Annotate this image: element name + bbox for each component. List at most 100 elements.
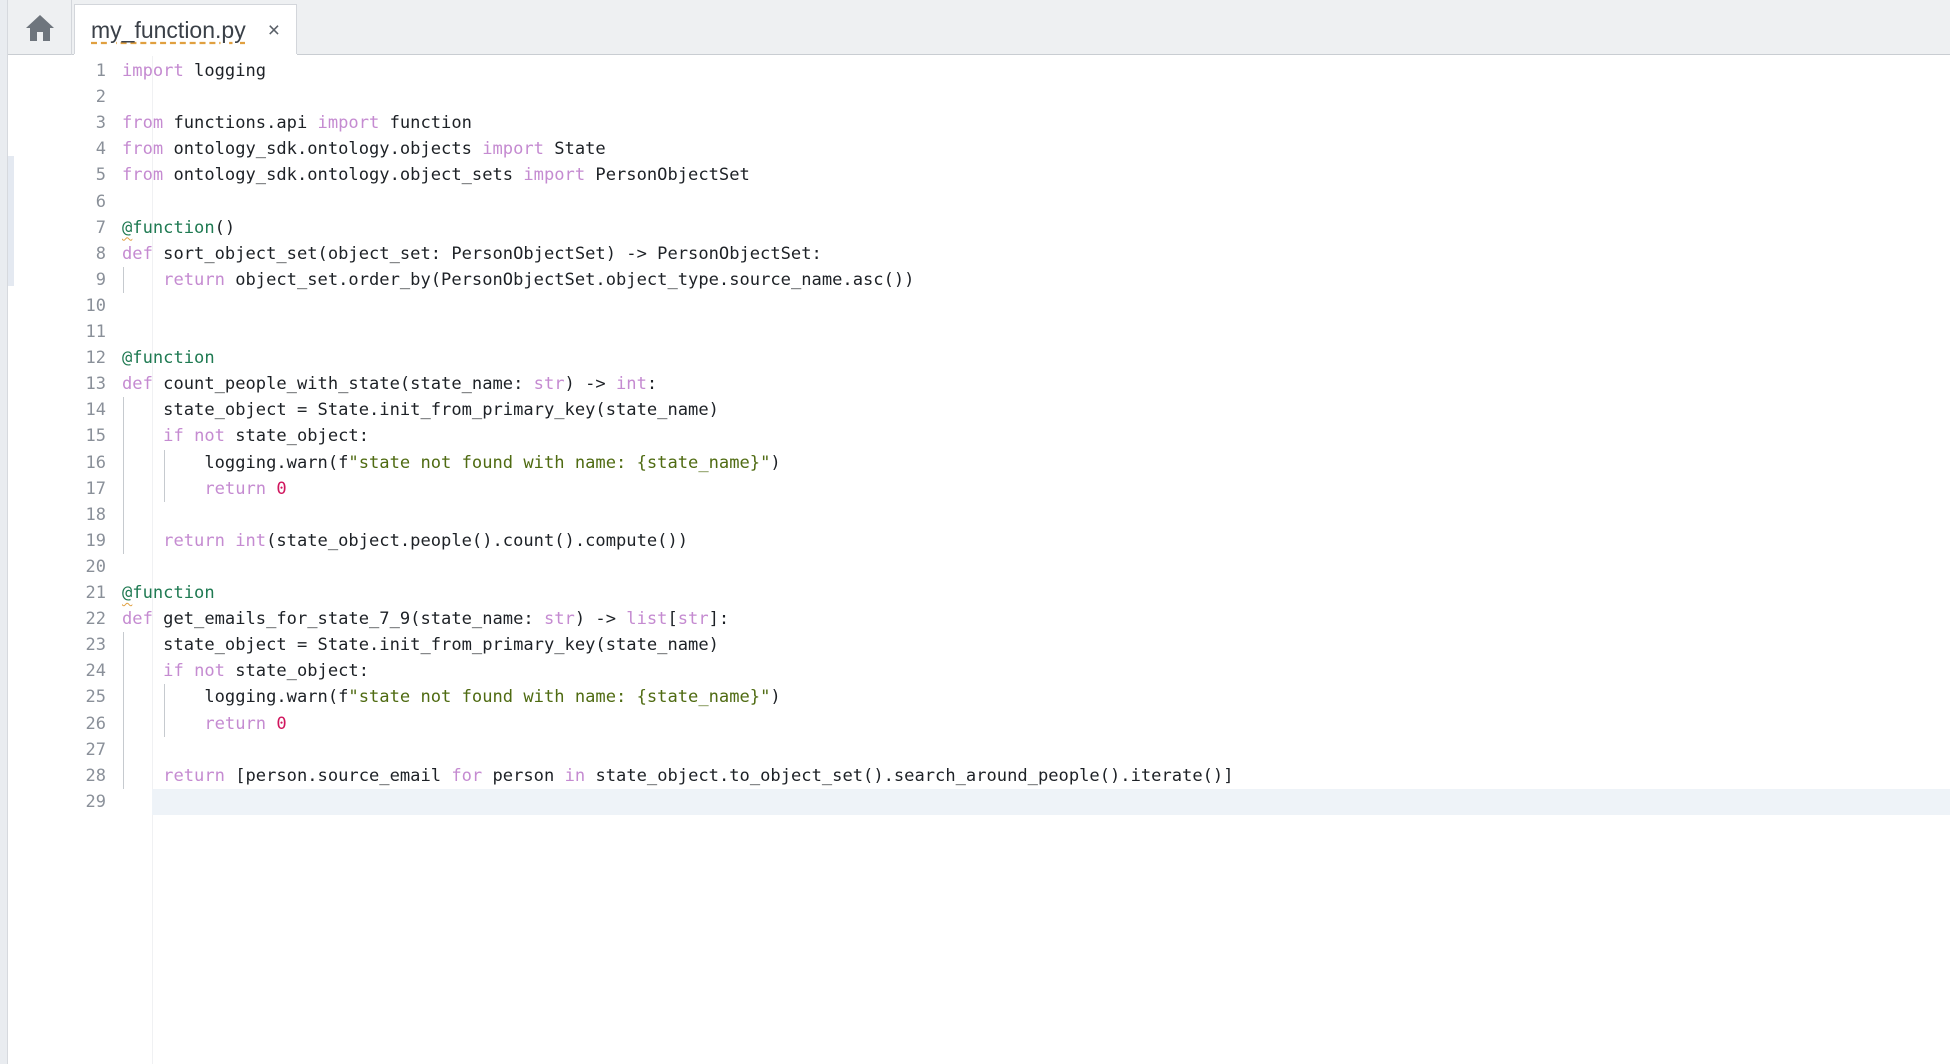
code-line[interactable]: 29	[8, 789, 1950, 815]
line-number: 4	[95, 139, 106, 160]
indent-guide	[123, 266, 124, 293]
text-token: :	[646, 374, 658, 395]
text-token: sort_object_set(object_set: PersonObject…	[152, 243, 822, 264]
code-text[interactable]: from functions.api import function	[122, 110, 472, 136]
text-token: (state_object.people().count().compute()…	[266, 530, 689, 551]
code-text[interactable]: def get_emails_for_state_7_9(state_name:…	[122, 606, 729, 632]
text-token: ) ->	[574, 609, 627, 630]
code-line[interactable]: 22 def get_emails_for_state_7_9(state_nam…	[8, 606, 1950, 632]
code-text[interactable]: if not state_object:	[122, 658, 369, 684]
code-line[interactable]: 5 from ontology_sdk.ontology.object_sets …	[8, 162, 1950, 188]
line-number: 12	[85, 348, 106, 369]
code-line[interactable]: 25 logging.warn(f"state not found with n…	[8, 684, 1950, 710]
home-button[interactable]	[8, 0, 72, 55]
text-token: State	[543, 139, 606, 160]
keyword-token: def	[122, 609, 153, 630]
code-line[interactable]: 2	[8, 84, 1950, 110]
code-text[interactable]: from ontology_sdk.ontology.objects impor…	[122, 136, 606, 162]
code-line[interactable]: 13 def count_people_with_state(state_name…	[8, 371, 1950, 397]
code-line[interactable]: 27	[8, 737, 1950, 763]
code-line[interactable]: 12 @function	[8, 345, 1950, 371]
code-text[interactable]: logging.warn(f"state not found with name…	[122, 450, 781, 476]
code-text[interactable]: import logging	[122, 58, 266, 84]
code-line[interactable]: 28 return [person.source_email for perso…	[8, 763, 1950, 789]
code-text[interactable]: @function()	[122, 215, 235, 241]
text-token: count_people_with_state(state_name:	[152, 374, 534, 395]
text-token: ontology_sdk.ontology.object_sets	[163, 165, 524, 186]
code-text[interactable]: @function	[122, 345, 215, 371]
code-line[interactable]: 17 return 0	[8, 476, 1950, 502]
keyword-token: str	[543, 609, 575, 630]
code-line[interactable]: 16 logging.warn(f"state not found with n…	[8, 450, 1950, 476]
code-line[interactable]: 14 state_object = State.init_from_primar…	[8, 397, 1950, 423]
tab-my-function-py[interactable]: my_function.py ×	[74, 4, 297, 57]
code-line[interactable]: 15 if not state_object:	[8, 423, 1950, 449]
code-text[interactable]: state_object = State.init_from_primary_k…	[122, 632, 719, 658]
keyword-token: import	[317, 113, 380, 134]
code-text[interactable]: return [person.source_email for person i…	[122, 763, 1233, 789]
keyword-token: def	[122, 374, 153, 395]
code-text[interactable]: state_object = State.init_from_primary_k…	[122, 397, 719, 423]
decorator-token: function	[132, 583, 215, 603]
indent-guide	[164, 449, 166, 502]
code-line[interactable]: 1 import logging	[8, 58, 1950, 84]
keyword-token: from	[122, 165, 164, 186]
line-number: 26	[85, 713, 106, 734]
code-line[interactable]: 3 from functions.api import function	[8, 110, 1950, 136]
code-line[interactable]: 26 return 0	[8, 711, 1950, 737]
code-line[interactable]: 10	[8, 293, 1950, 319]
code-line[interactable]: 18	[8, 502, 1950, 528]
code-line[interactable]: 20	[8, 554, 1950, 580]
code-line[interactable]: 6	[8, 189, 1950, 215]
text-token: state_object = State.init_from_primary_k…	[122, 635, 719, 656]
code-line[interactable]: 8 def sort_object_set(object_set: PersonO…	[8, 241, 1950, 267]
indent-guide	[164, 684, 166, 737]
line-number: 21	[85, 583, 106, 603]
code-text[interactable]: if not state_object:	[122, 423, 369, 449]
line-number: 14	[85, 400, 106, 421]
keyword-token: for	[451, 765, 483, 786]
text-token: )	[770, 452, 781, 473]
code-line[interactable]: 21 @function	[8, 580, 1950, 606]
line-number: 5	[95, 165, 106, 186]
close-icon[interactable]: ×	[268, 20, 280, 41]
editor-area[interactable]: 1 import logging 2 3 from functions.api impo…	[8, 56, 1950, 1064]
line-number: 10	[85, 295, 106, 316]
code-line[interactable]: 7 @function()	[8, 215, 1950, 241]
line-number: 20	[85, 556, 106, 577]
text-token: logging	[183, 61, 267, 81]
code-text[interactable]: return object_set.order_by(PersonObjectS…	[122, 267, 914, 293]
code-line[interactable]: 19 return int(state_object.people().coun…	[8, 528, 1950, 554]
line-number: 15	[85, 426, 106, 447]
line-number: 29	[85, 791, 106, 812]
text-token: state_object:	[224, 661, 370, 682]
code-line[interactable]: 11	[8, 319, 1950, 345]
text-token: PersonObjectSet	[585, 165, 750, 186]
keyword-token: import	[122, 61, 184, 81]
keyword-token: from	[122, 139, 164, 160]
tab-label[interactable]: my_function.py	[91, 17, 246, 44]
line-number: 25	[85, 687, 106, 708]
code-line[interactable]: 9 return object_set.order_by(PersonObjec…	[8, 267, 1950, 293]
code-text[interactable]: return 0	[122, 711, 286, 737]
text-token: object_set.order_by(PersonObjectSet.obje…	[224, 269, 915, 290]
code-line[interactable]: 23 state_object = State.init_from_primar…	[8, 632, 1950, 658]
code-text[interactable]: return 0	[122, 476, 286, 502]
code-text[interactable]: def count_people_with_state(state_name: …	[122, 371, 657, 397]
keyword-token: return	[163, 530, 225, 551]
keyword-token: return	[204, 713, 267, 734]
code-line[interactable]: 4 from ontology_sdk.ontology.objects impo…	[8, 136, 1950, 162]
decorator-token: function	[132, 217, 215, 238]
code-text[interactable]: from ontology_sdk.ontology.object_sets i…	[122, 162, 750, 188]
code-text[interactable]: return int(state_object.people().count()…	[122, 528, 688, 554]
keyword-token: import	[523, 165, 586, 186]
keyword-token: return	[163, 269, 225, 290]
code-text[interactable]: logging.warn(f"state not found with name…	[122, 684, 780, 710]
code-text[interactable]: @function	[122, 580, 215, 606]
code-text[interactable]: def sort_object_set(object_set: PersonOb…	[122, 241, 822, 267]
code-line[interactable]: 24 if not state_object:	[8, 658, 1950, 684]
text-token: state_object = State.init_from_primary_k…	[122, 400, 719, 421]
